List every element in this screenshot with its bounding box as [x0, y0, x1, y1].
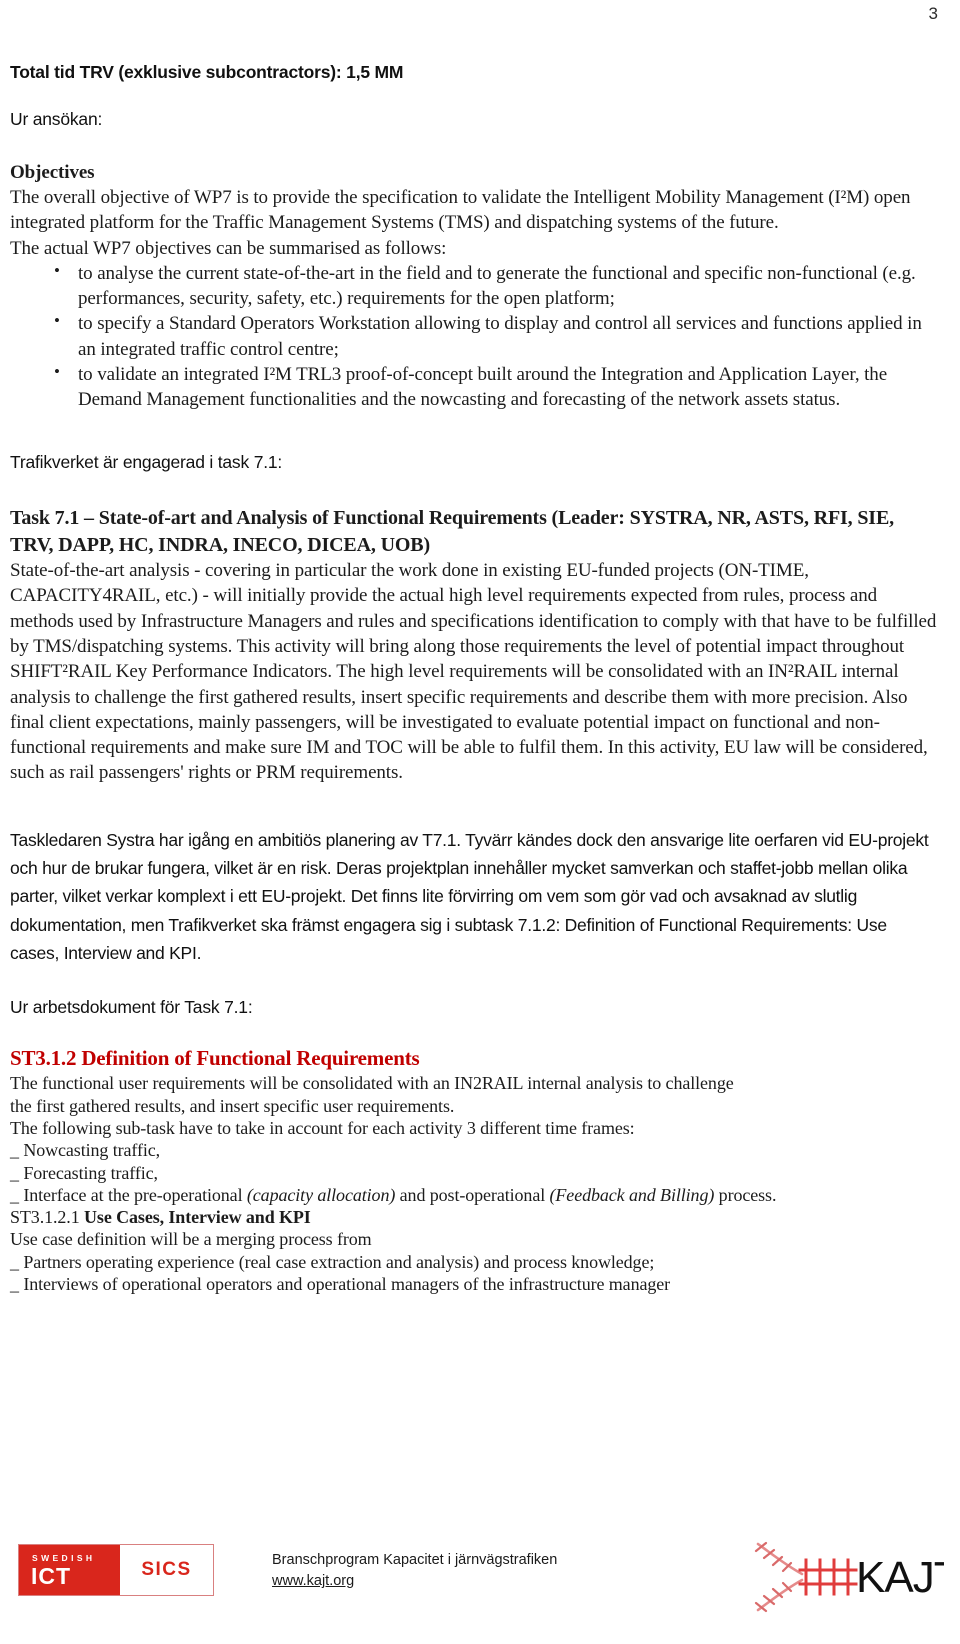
sics-logo-mark: SICS	[120, 1545, 213, 1595]
dash-marker: _	[10, 1274, 24, 1295]
objectives-bullet-list: to analyse the current state-of-the-art …	[10, 260, 940, 413]
page-number: 3	[928, 4, 938, 23]
document-content: Total tid TRV (exklusive subcontractors)…	[10, 62, 940, 1295]
objectives-summary-line: The actual WP7 objectives can be summari…	[10, 237, 447, 259]
st312-dash-item: _ Forecasting traffic,	[10, 1162, 940, 1184]
usecase-intro-line: Use case definition will be a merging pr…	[10, 1229, 372, 1250]
list-item: to specify a Standard Operators Workstat…	[10, 310, 940, 362]
objectives-intro: The overall objective of WP7 is to provi…	[10, 187, 911, 234]
task-quote-block: Task 7.1 – State-of-art and Analysis of …	[10, 505, 940, 785]
kajt-wordmark: KAJT	[856, 1553, 944, 1602]
st312-line: the first gathered results, and insert s…	[10, 1095, 455, 1116]
interface-text-post: process.	[714, 1184, 777, 1205]
page-footer: SWEDISH ICT SICS Branschprogram Kapacite…	[0, 1530, 960, 1626]
dash-marker: _	[10, 1140, 24, 1161]
usecase-dash-item: _ Partners operating experience (real ca…	[10, 1251, 940, 1273]
interface-text-pre: Interface at the pre-operational	[23, 1184, 247, 1205]
st312-heading: ST3.1.2 Definition of Functional Require…	[10, 1046, 420, 1071]
task-body: State-of-the-art analysis - covering in …	[10, 560, 937, 784]
dash-marker: _	[10, 1162, 24, 1183]
list-item: to analyse the current state-of-the-art …	[10, 260, 940, 312]
st312-interface-line: _ Interface at the pre-operational (capa…	[10, 1184, 940, 1206]
dash-marker: _	[10, 1184, 24, 1205]
st312-line: The functional user requirements will be…	[10, 1073, 734, 1094]
program-name: Branschprogram Kapacitet i järnvägstrafi…	[272, 1552, 558, 1568]
kajt-website-link[interactable]: www.kajt.org	[272, 1571, 557, 1592]
st3121-prefix: ST3.1.2.1	[10, 1207, 85, 1228]
st312-dash-item: _ Nowcasting traffic,	[10, 1139, 940, 1161]
st312-block: ST3.1.2 Definition of Functional Require…	[10, 1046, 940, 1295]
dash-marker: _	[10, 1251, 24, 1272]
st312-line: The following sub-task have to take in a…	[10, 1117, 635, 1138]
commentary-paragraph: Taskledaren Systra har igång en ambitiös…	[10, 829, 929, 963]
swedish-label: SWEDISH	[32, 1553, 96, 1563]
task-heading: Task 7.1 – State-of-art and Analysis of …	[10, 507, 894, 556]
total-time-line: Total tid TRV (exklusive subcontractors)…	[10, 62, 404, 82]
dash-item-label: Partners operating experience (real case…	[23, 1251, 655, 1272]
interface-italic-feedback: (Feedback and Billing)	[549, 1184, 715, 1205]
interface-italic-capacity: (capacity allocation)	[246, 1184, 396, 1205]
from-application-label: Ur ansökan:	[10, 109, 103, 129]
objectives-heading: Objectives	[10, 162, 95, 183]
document-page: 3 Total tid TRV (exklusive subcontractor…	[0, 0, 960, 1644]
kajt-logo-graphic: KAJT	[754, 1541, 960, 1613]
st3121-title: Use Cases, Interview and KPI	[84, 1207, 311, 1228]
objectives-quote-block: Objectives The overall objective of WP7 …	[10, 162, 940, 412]
st3121-subheading: ST3.1.2.1 Use Cases, Interview and KPI	[10, 1206, 940, 1228]
work-document-label: Ur arbetsdokument för Task 7.1:	[10, 997, 253, 1018]
dash-item-label: Forecasting traffic,	[23, 1162, 158, 1183]
footer-program-info: Branschprogram Kapacitet i järnvägstrafi…	[272, 1550, 557, 1592]
trafikverket-engagement-line: Trafikverket är engagerad i task 7.1:	[10, 452, 283, 473]
ict-label: ICT	[31, 1563, 72, 1589]
sics-label: SICS	[141, 1559, 192, 1580]
swedish-ict-logo-mark: SWEDISH ICT	[19, 1545, 120, 1595]
dash-item-label: Nowcasting traffic,	[23, 1140, 161, 1161]
interface-text-mid: and post-operational	[395, 1184, 550, 1205]
kajt-logo: KAJT	[744, 1534, 960, 1620]
swedish-ict-sics-logo: SWEDISH ICT SICS	[18, 1544, 214, 1596]
dash-item-label: Interviews of operational operators and …	[23, 1274, 671, 1295]
list-item: to validate an integrated I²M TRL3 proof…	[10, 361, 940, 413]
usecase-dash-item: _ Interviews of operational operators an…	[10, 1273, 940, 1295]
